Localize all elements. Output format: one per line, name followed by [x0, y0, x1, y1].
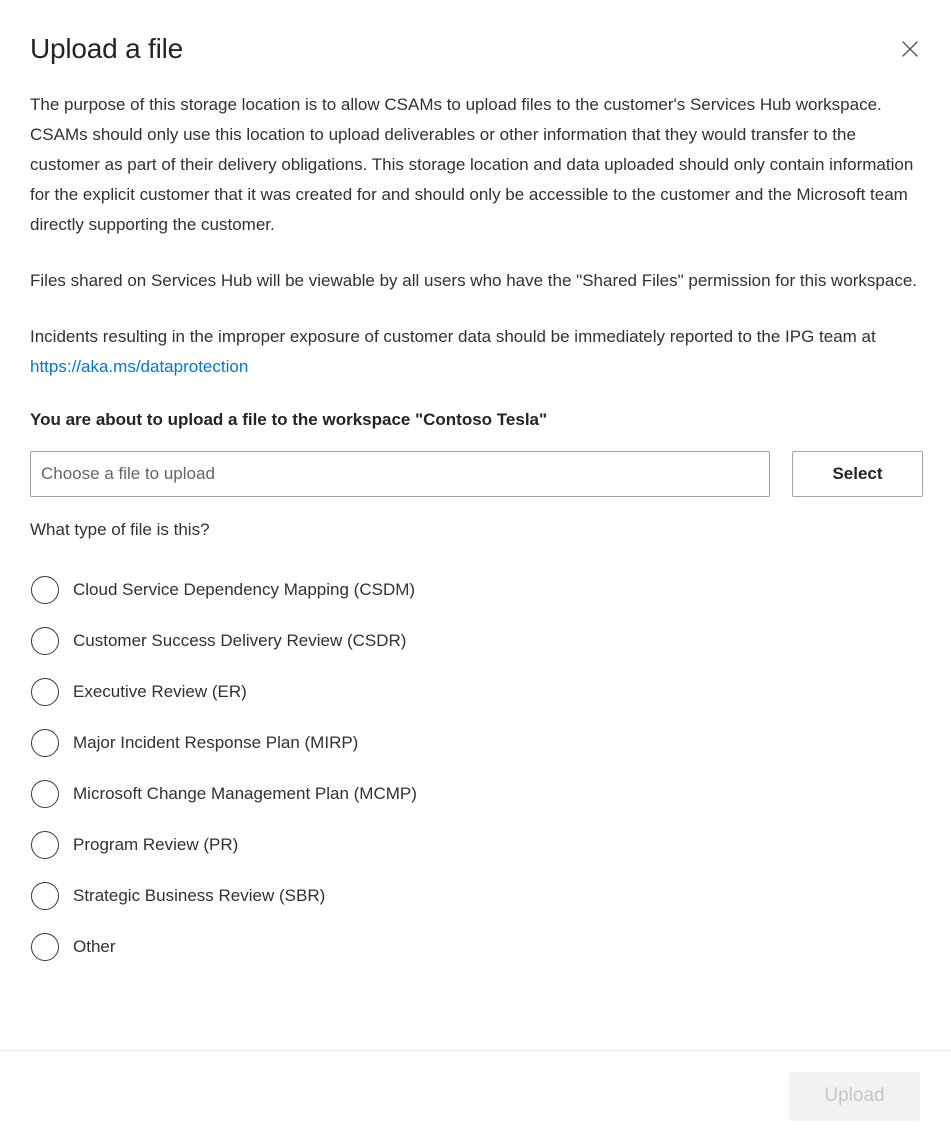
radio-option-mirp[interactable]: Major Incident Response Plan (MIRP) [30, 717, 921, 768]
workspace-confirmation-text: You are about to upload a file to the wo… [30, 410, 548, 429]
radio-circle-icon [31, 575, 59, 604]
radio-option-sbr[interactable]: Strategic Business Review (SBR) [30, 870, 921, 921]
radio-circle-icon [31, 830, 59, 859]
radio-option-label: Microsoft Change Management Plan (MCMP) [73, 783, 417, 803]
radio-option-label: Major Incident Response Plan (MIRP) [73, 732, 359, 752]
radio-option-csdr[interactable]: Customer Success Delivery Review (CSDR) [30, 615, 921, 666]
radio-option-label: Strategic Business Review (SBR) [73, 885, 326, 905]
dialog-body: The purpose of this storage location is … [0, 66, 951, 1050]
page-title: Upload a file [30, 33, 184, 64]
incident-paragraph: Incidents resulting in the improper expo… [30, 322, 921, 382]
upload-button[interactable]: Upload [789, 1071, 920, 1121]
file-path-input[interactable] [30, 451, 770, 497]
radio-option-label: Cloud Service Dependency Mapping (CSDM) [73, 579, 416, 599]
radio-circle-icon [31, 779, 59, 808]
upload-file-dialog: Upload a file The purpose of this storag… [0, 0, 951, 1141]
file-type-question: What type of file is this? [30, 520, 210, 539]
radio-option-csdm[interactable]: Cloud Service Dependency Mapping (CSDM) [30, 564, 921, 615]
radio-option-pr[interactable]: Program Review (PR) [30, 819, 921, 870]
purpose-paragraph: The purpose of this storage location is … [30, 95, 914, 234]
radio-option-other[interactable]: Other [30, 921, 921, 972]
dialog-header: Upload a file [0, 0, 951, 66]
radio-option-label: Customer Success Delivery Review (CSDR) [73, 630, 407, 650]
radio-option-label: Executive Review (ER) [73, 681, 247, 701]
radio-circle-icon [31, 626, 59, 655]
file-type-radio-group: Cloud Service Dependency Mapping (CSDM) … [30, 564, 921, 972]
shared-files-paragraph: Files shared on Services Hub will be vie… [30, 271, 918, 290]
radio-circle-icon [31, 728, 59, 757]
radio-option-label: Program Review (PR) [73, 834, 239, 854]
file-picker-row: Select [30, 451, 923, 497]
close-button[interactable] [891, 30, 929, 68]
radio-option-mcmp[interactable]: Microsoft Change Management Plan (MCMP) [30, 768, 921, 819]
radio-option-label: Other [73, 936, 116, 956]
radio-circle-icon [31, 881, 59, 910]
radio-circle-icon [31, 677, 59, 706]
dialog-footer: Upload [0, 1050, 951, 1141]
radio-circle-icon [31, 932, 59, 961]
incident-paragraph-text: Incidents resulting in the improper expo… [30, 327, 876, 346]
close-icon [900, 39, 920, 59]
select-file-button[interactable]: Select [792, 451, 923, 497]
radio-option-er[interactable]: Executive Review (ER) [30, 666, 921, 717]
dataprotection-link[interactable]: https://aka.ms/dataprotection [30, 357, 248, 376]
